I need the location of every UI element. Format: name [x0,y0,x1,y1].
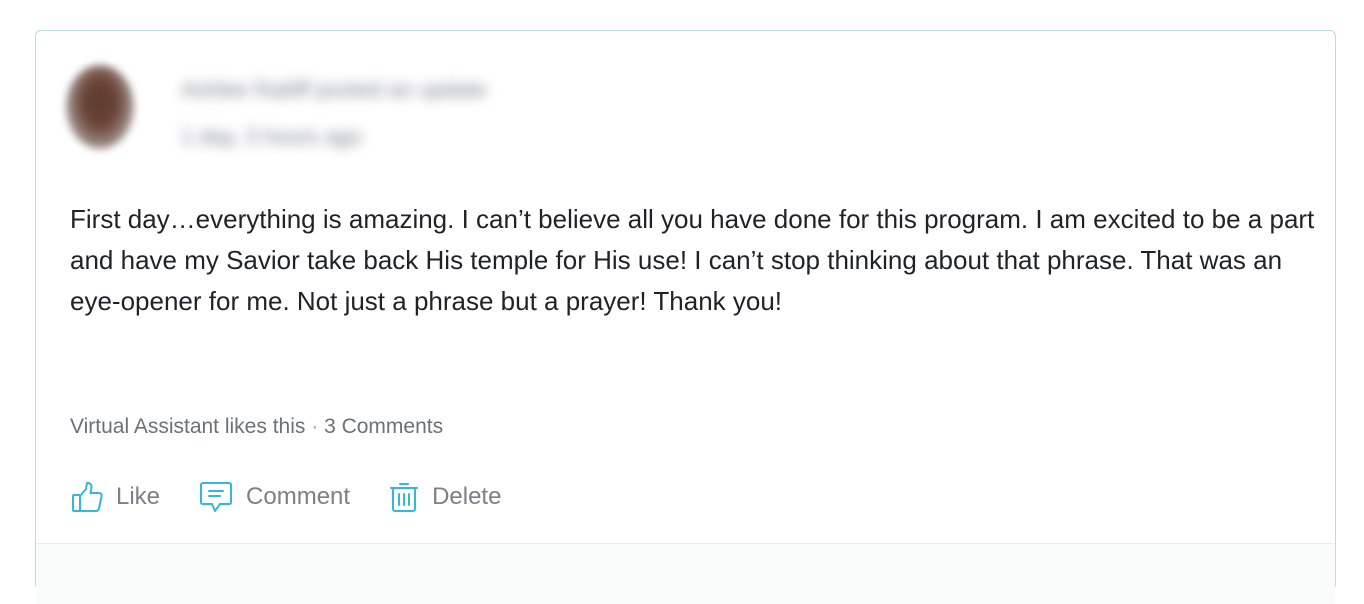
trash-icon [388,480,420,514]
delete-label: Delete [432,483,502,510]
like-button[interactable]: Like [70,480,160,514]
meta-separator: · [311,415,319,438]
post-body: First day…everything is amazing. I can’t… [70,204,1315,316]
thumbs-up-icon [70,480,104,514]
post-timestamp[interactable]: 1 day, 3 hours ago [181,124,362,150]
author-line[interactable]: Ashlee Ratliff posted an update [181,77,486,103]
likes-text[interactable]: Virtual Assistant likes this [70,415,305,438]
comment-bubble-icon [198,480,234,514]
post-header: Ashlee Ratliff posted an update 1 day, 3… [36,31,1335,181]
comment-button[interactable]: Comment [198,480,350,514]
delete-button[interactable]: Delete [388,480,501,514]
post-actions: Like Comment Delete [70,477,539,517]
author-avatar[interactable] [66,65,134,149]
comments-count[interactable]: 3 Comments [324,415,443,438]
post-meta: Virtual Assistant likes this · 3 Comment… [70,415,443,439]
activity-post-card: Ashlee Ratliff posted an update 1 day, 3… [35,30,1336,604]
like-label: Like [116,483,161,510]
comment-label: Comment [246,483,351,510]
comments-area [36,544,1335,604]
